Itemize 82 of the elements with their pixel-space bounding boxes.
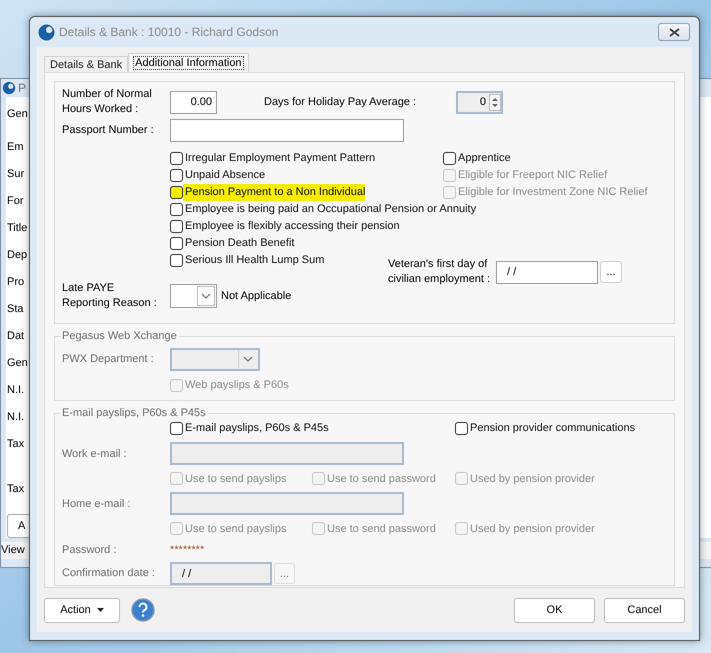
field-label: Home e-mail : xyxy=(62,496,132,512)
field-label: N.I. xyxy=(7,383,24,398)
checkbox[interactable] xyxy=(170,169,183,182)
field-label: Days for Holiday Pay Average : xyxy=(264,94,418,110)
checkbox-label: Use to send password xyxy=(326,522,436,537)
caret-icon xyxy=(96,608,104,612)
field-label: Tax xyxy=(7,482,24,497)
field-label: Sur xyxy=(7,167,24,182)
checkbox[interactable] xyxy=(170,237,183,250)
help-icon[interactable] xyxy=(131,598,155,622)
password-value: ******** xyxy=(170,543,204,558)
field-label: Dat xyxy=(7,329,24,344)
field-label: Gen xyxy=(7,356,28,371)
checkbox-label: Pension Payment to a Non Individual xyxy=(183,184,366,201)
field-label: Dep xyxy=(7,248,28,263)
cancel-button[interactable]: Cancel xyxy=(604,598,685,622)
spin-box[interactable]: 0 xyxy=(456,90,503,114)
reason-text: Not Applicable xyxy=(221,288,292,304)
checkbox-label: Eligible for Freeport NIC Relief xyxy=(457,168,608,184)
checkbox[interactable] xyxy=(170,220,183,233)
checkbox[interactable] xyxy=(170,254,183,267)
field-label: Password : xyxy=(62,543,118,558)
window-title: Details & Bank : 10010 - Richard Godson xyxy=(59,24,278,41)
hours-input[interactable]: 0.00 xyxy=(170,90,217,114)
passport-input[interactable] xyxy=(170,118,404,142)
field-label: For xyxy=(7,194,24,209)
menu-item[interactable]: View xyxy=(1,542,25,558)
chevron-down-icon xyxy=(201,293,211,299)
close-icon xyxy=(668,28,680,36)
checkbox-label: Irregular Employment Payment Pattern xyxy=(184,151,376,166)
checkbox-label: Pension provider communications xyxy=(469,421,636,436)
field-label: Number of Normal Hours Worked : xyxy=(62,87,153,117)
checkbox-label: Web payslips & P60s xyxy=(184,378,289,394)
checkbox[interactable] xyxy=(443,152,456,165)
group-title: E-mail payslips, P60s & P45s xyxy=(60,405,208,422)
checkbox-label: Used by pension provider xyxy=(469,522,595,537)
window-title: P xyxy=(18,80,26,97)
tab[interactable]: Details & Bank xyxy=(44,56,128,72)
ok-button[interactable]: OK xyxy=(514,598,595,622)
field-label: N.I. xyxy=(7,410,24,425)
field-label: Sta xyxy=(7,302,24,317)
spin-arrows-icon xyxy=(489,94,501,110)
close-button[interactable] xyxy=(658,23,690,41)
checkbox-label: Employee is being paid an Occupational Pension or Annuity xyxy=(184,202,476,218)
checkbox[interactable] xyxy=(170,422,183,436)
date-input[interactable]: / / xyxy=(496,260,598,284)
checkbox[interactable] xyxy=(170,152,183,165)
checkbox-label: Employee is flexibly accessing their pension xyxy=(184,219,400,234)
tab[interactable]: Additional Information xyxy=(128,53,249,72)
checkbox-label: Eligible for Investment Zone NIC Relief xyxy=(457,185,648,200)
field-label: Work e-mail : xyxy=(62,446,128,462)
checkbox-label: E-mail payslips, P60s & P45s xyxy=(184,421,329,436)
field-label: PWX Department : xyxy=(62,352,155,367)
chevron-down-icon xyxy=(242,356,252,362)
field-label: Confirmation date : xyxy=(62,566,156,582)
checkbox-label: Unpaid Absence xyxy=(184,168,266,184)
group-title: Pegasus Web Xchange xyxy=(60,328,179,344)
ellipsis-button[interactable]: ... xyxy=(600,261,622,283)
tab[interactable]: Gen xyxy=(7,103,28,125)
checkbox[interactable] xyxy=(170,203,183,216)
field-label: Em xyxy=(7,140,24,155)
checkbox-label: Apprentice xyxy=(457,151,511,166)
field-label: Pro xyxy=(7,275,24,290)
checkbox-label: Serious Ill Health Lump Sum xyxy=(184,253,324,268)
checkbox[interactable] xyxy=(455,422,468,436)
field-label: Title xyxy=(7,221,28,236)
action-button[interactable]: Action xyxy=(44,598,120,622)
reason-dropdown[interactable] xyxy=(170,284,217,308)
checkbox[interactable] xyxy=(170,186,183,199)
checkbox-label: Used by pension provider xyxy=(469,472,595,487)
email-input[interactable] xyxy=(170,442,404,466)
field-label: Veteran's first day of civilian employment : xyxy=(388,257,492,287)
field-label: Passport Number : xyxy=(62,122,155,138)
checkbox-label: Use to send password xyxy=(326,472,436,487)
field-label: Late PAYE Reporting Reason : xyxy=(62,281,158,311)
field-label: Tax xyxy=(7,437,24,452)
checkbox-label: Use to send payslips xyxy=(184,472,286,487)
department-dropdown[interactable] xyxy=(170,348,260,370)
email-input[interactable] xyxy=(170,492,404,516)
checkbox-label: Pension Death Benefit xyxy=(184,236,294,252)
checkbox-label: Use to send payslips xyxy=(184,522,286,537)
app-logo-icon xyxy=(38,24,55,40)
